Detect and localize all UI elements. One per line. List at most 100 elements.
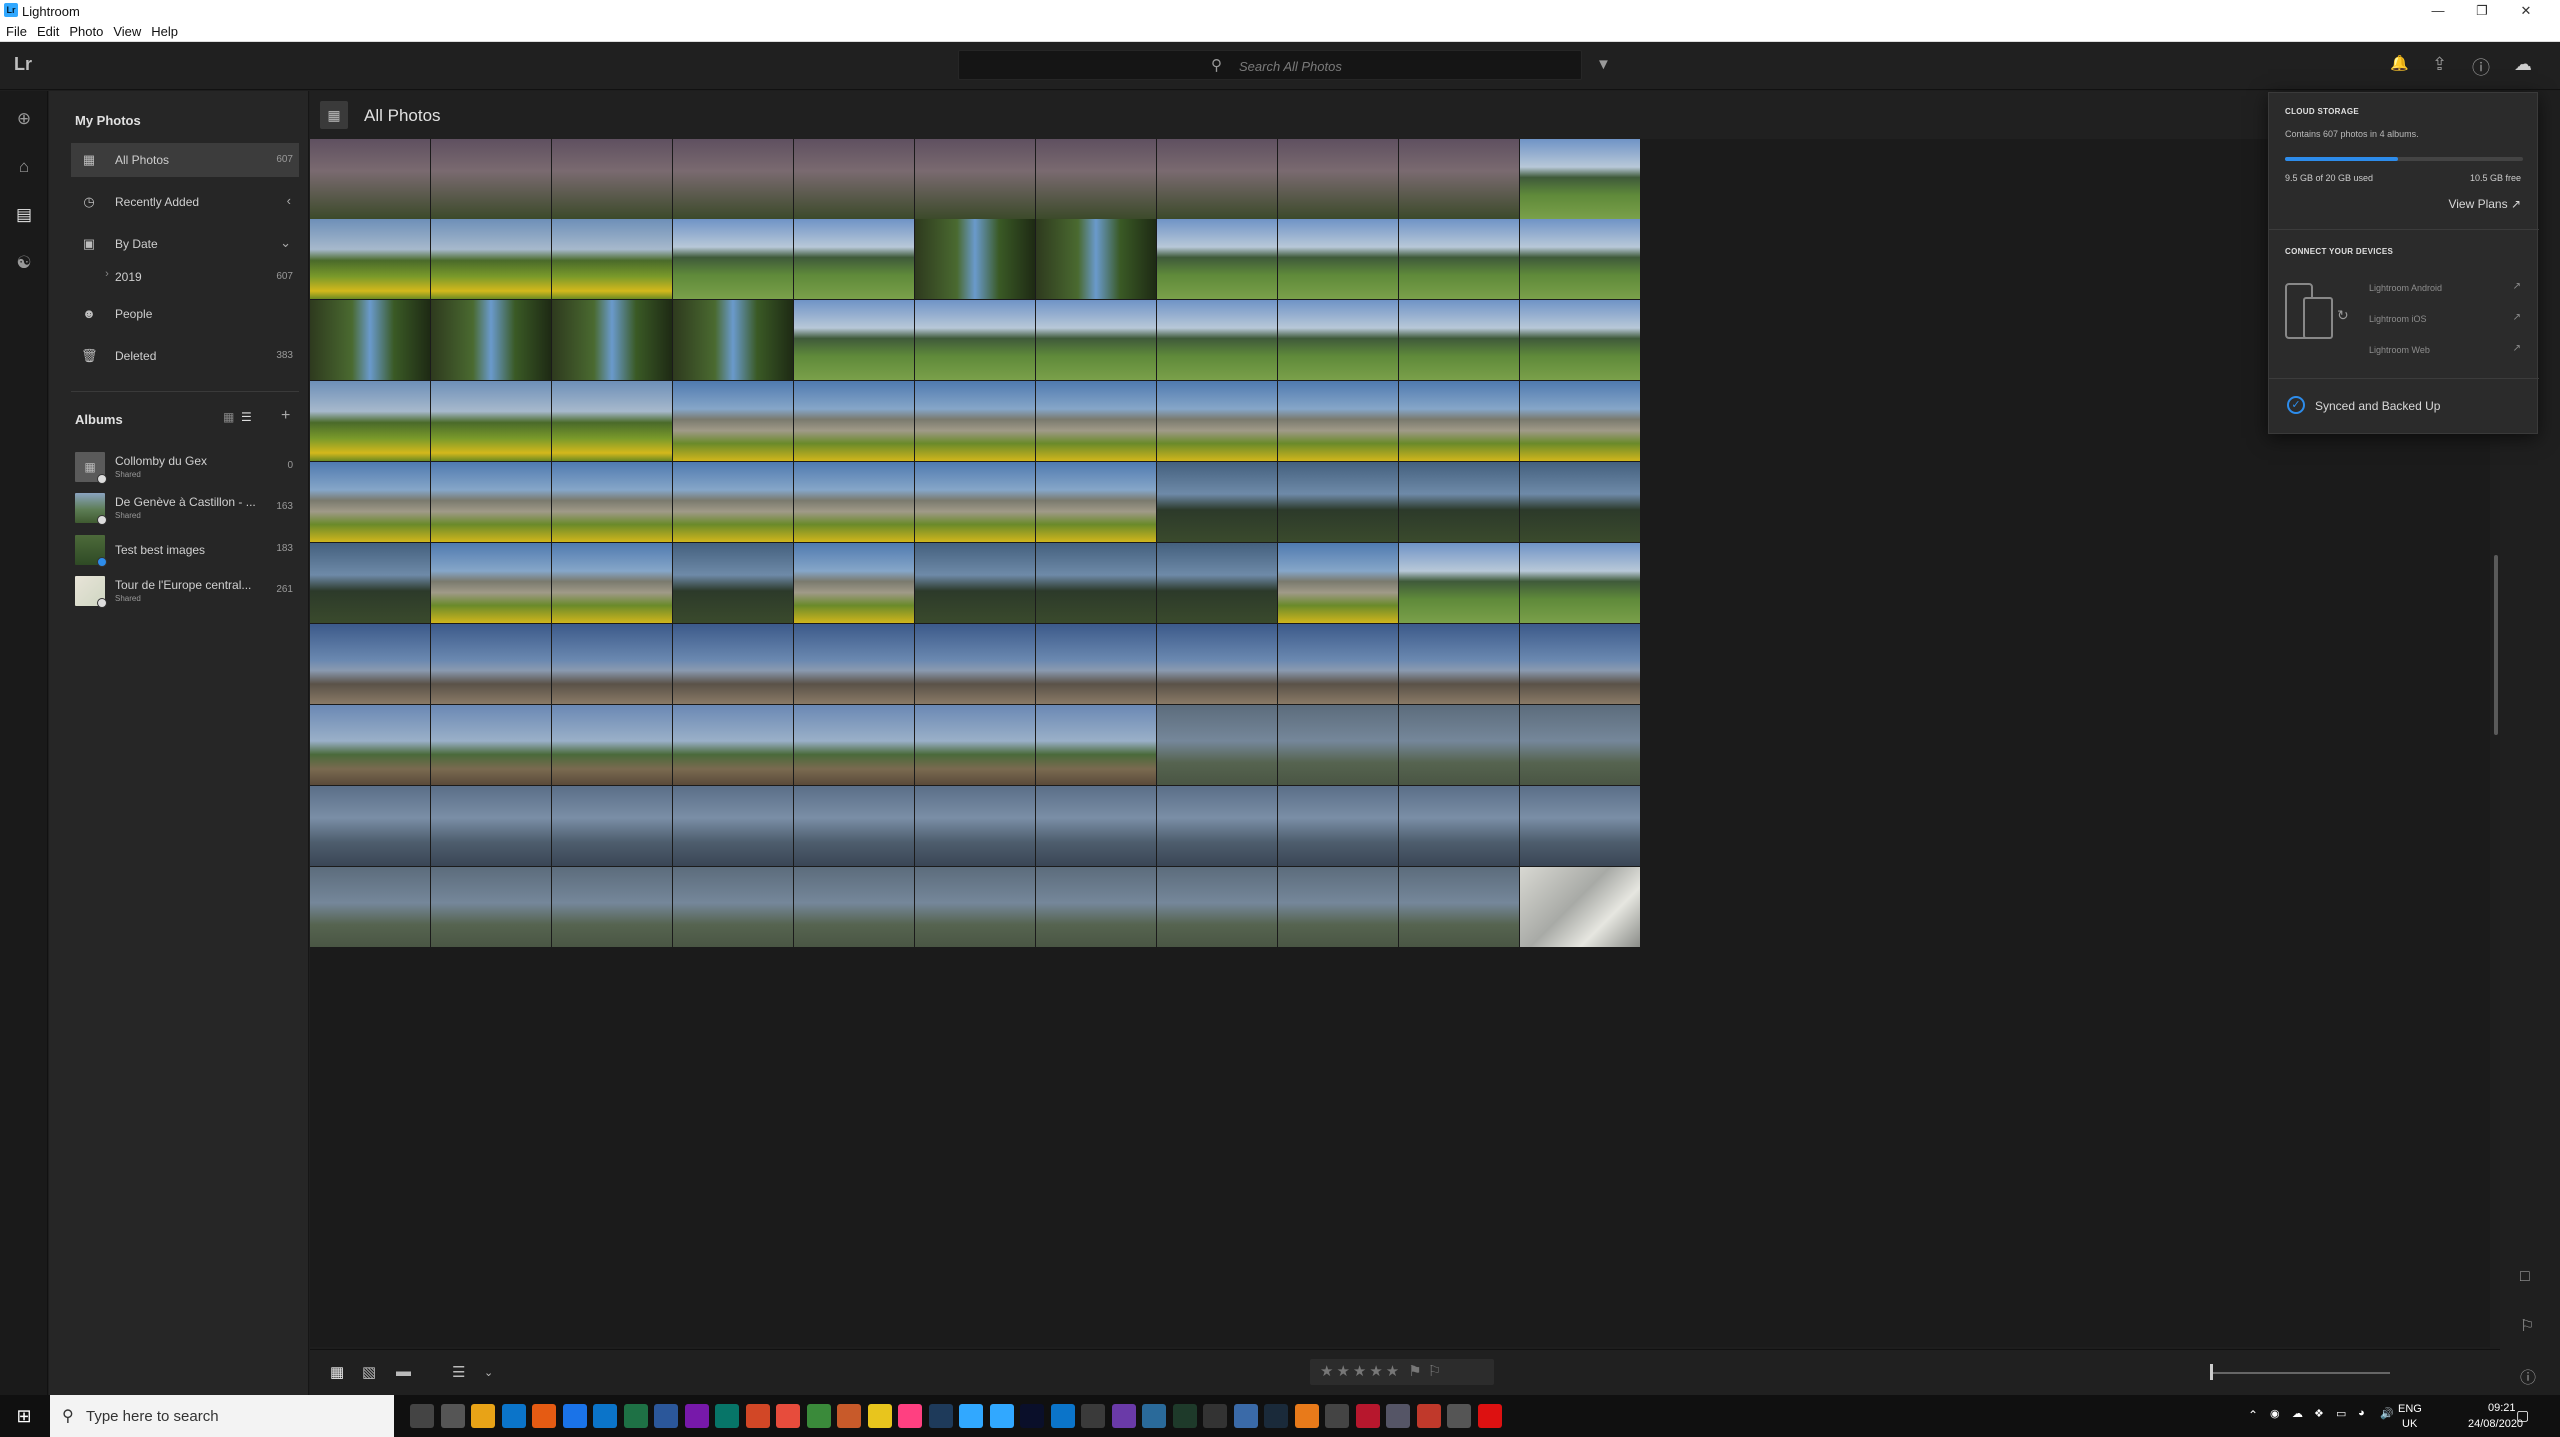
taskbar-app-icon[interactable]	[1355, 1404, 1380, 1428]
view-plans-link[interactable]: View Plans ↗	[2448, 197, 2521, 211]
photo-thumbnail[interactable]	[673, 219, 793, 299]
clock-date[interactable]: 24/08/2020	[2468, 1418, 2523, 1430]
photo-thumbnail[interactable]	[673, 300, 793, 380]
chevron-down-icon[interactable]: ⌄	[280, 235, 291, 251]
photo-thumbnail[interactable]	[794, 705, 914, 785]
chevron-right-icon[interactable]: ›	[99, 268, 115, 284]
photo-thumbnail[interactable]	[915, 139, 1035, 219]
menu-help[interactable]: Help	[146, 22, 183, 39]
photo-thumbnail[interactable]	[1157, 462, 1277, 542]
zoom-slider[interactable]	[2210, 1372, 2390, 1374]
photo-thumbnail[interactable]	[552, 462, 672, 542]
photo-thumbnail[interactable]	[552, 381, 672, 461]
photo-thumbnail[interactable]	[1399, 867, 1519, 947]
share-icon[interactable]: ⇪	[2432, 54, 2447, 75]
photo-thumbnail[interactable]	[552, 786, 672, 866]
device-link-android[interactable]: Lightroom Android	[2369, 283, 2442, 293]
photo-thumbnail[interactable]	[1520, 867, 1640, 947]
photo-thumbnail[interactable]	[1036, 543, 1156, 623]
photo-thumbnail[interactable]	[1036, 867, 1156, 947]
photo-thumbnail[interactable]	[1399, 624, 1519, 704]
photo-thumbnail[interactable]	[1036, 139, 1156, 219]
photo-thumbnail[interactable]	[1036, 381, 1156, 461]
photo-thumbnail[interactable]	[915, 462, 1035, 542]
menu-photo[interactable]: Photo	[64, 22, 108, 39]
search-input[interactable]	[1239, 56, 1559, 76]
photo-thumbnail[interactable]	[1520, 543, 1640, 623]
taskbar-app-icon[interactable]	[1477, 1404, 1502, 1428]
photo-thumbnail[interactable]	[552, 139, 672, 219]
square-grid-icon[interactable]: ▦	[330, 1363, 344, 1381]
view-plans-label[interactable]: View Plans	[2448, 197, 2507, 211]
grid-view-icon[interactable]: ▦	[223, 410, 234, 424]
photo-thumbnail[interactable]	[673, 462, 793, 542]
photo-thumbnail[interactable]	[1278, 867, 1398, 947]
add-album-icon[interactable]: +	[281, 407, 290, 425]
zoom-slider-handle[interactable]	[2210, 1364, 2213, 1380]
taskbar-app-icon[interactable]	[898, 1404, 922, 1428]
taskbar-app-icon[interactable]	[1294, 1404, 1319, 1428]
detail-grid-icon[interactable]: ▧	[362, 1363, 376, 1381]
photo-thumbnail[interactable]	[431, 381, 551, 461]
photo-thumbnail[interactable]	[673, 786, 793, 866]
photo-thumbnail[interactable]	[794, 624, 914, 704]
taskbar-app-icon[interactable]	[440, 1404, 465, 1428]
photo-thumbnail[interactable]	[310, 867, 430, 947]
chevron-left-icon[interactable]: ‹	[287, 193, 291, 208]
photo-thumbnail[interactable]	[310, 219, 430, 299]
photo-thumbnail[interactable]	[552, 543, 672, 623]
network-icon[interactable]: ◉	[2270, 1407, 2280, 1420]
photo-thumbnail[interactable]	[1036, 300, 1156, 380]
photo-thumbnail[interactable]	[1520, 300, 1640, 380]
photo-thumbnail[interactable]	[1157, 300, 1277, 380]
photo-thumbnail[interactable]	[1278, 139, 1398, 219]
taskbar-app-icon[interactable]	[1203, 1404, 1227, 1428]
menu-view[interactable]: View	[108, 22, 146, 39]
close-button[interactable]: ✕	[2504, 0, 2548, 22]
photo-thumbnail[interactable]	[915, 867, 1035, 947]
photo-thumbnail[interactable]	[1399, 219, 1519, 299]
photo-thumbnail[interactable]	[915, 543, 1035, 623]
rating-stars[interactable]: ★★★★★ ⚑⚐	[1310, 1359, 1494, 1385]
photo-thumbnail[interactable]	[552, 867, 672, 947]
photo-thumbnail[interactable]	[431, 543, 551, 623]
clock-time[interactable]: 09:21	[2488, 1402, 2516, 1414]
taskbar-app-icon[interactable]	[501, 1404, 526, 1428]
photo-thumbnail[interactable]	[673, 705, 793, 785]
taskbar-app-icon[interactable]	[1172, 1404, 1197, 1428]
search-box[interactable]: ⚲	[958, 50, 1582, 80]
taskbar-app-icon[interactable]	[623, 1404, 648, 1428]
info-icon[interactable]: ⓘ	[2520, 1364, 2536, 1388]
photo-thumbnail[interactable]	[1157, 219, 1277, 299]
photo-thumbnail[interactable]	[915, 705, 1035, 785]
album-item[interactable]: ▦ Collomby du Gex Shared 0	[71, 448, 299, 488]
sidebar-item-deleted[interactable]: 🗑 Deleted 383	[71, 339, 299, 373]
photo-thumbnail[interactable]	[1520, 381, 1640, 461]
taskbar-app-icon[interactable]	[867, 1404, 892, 1428]
device-link-web[interactable]: Lightroom Web	[2369, 345, 2430, 355]
photo-thumbnail[interactable]	[1399, 786, 1519, 866]
photo-thumbnail[interactable]	[310, 462, 430, 542]
minimize-button[interactable]: —	[2416, 0, 2460, 22]
sidebar-item-people[interactable]: ☻ People	[71, 297, 299, 331]
photo-thumbnail[interactable]	[1278, 300, 1398, 380]
taskbar-app-icon[interactable]	[1233, 1404, 1258, 1428]
photo-thumbnail[interactable]	[431, 219, 551, 299]
photo-thumbnail[interactable]	[794, 867, 914, 947]
external-link-icon[interactable]: ↗	[2513, 281, 2521, 292]
photo-thumbnail[interactable]	[794, 300, 914, 380]
taskbar-app-icon[interactable]	[745, 1404, 770, 1428]
taskbar-app-icon[interactable]	[1142, 1404, 1166, 1428]
photo-thumbnail[interactable]	[673, 543, 793, 623]
photo-thumbnail[interactable]	[310, 705, 430, 785]
restore-button[interactable]: ❐	[2460, 0, 2504, 22]
taskbar-app-icon[interactable]	[562, 1404, 587, 1428]
photo-thumbnail[interactable]	[1036, 786, 1156, 866]
add-photos-icon[interactable]: ⊕	[0, 109, 48, 129]
sidebar-item-all-photos[interactable]: ▦ All Photos 607	[71, 143, 299, 177]
onedrive-icon[interactable]: ☁	[2292, 1407, 2303, 1420]
taskbar-app-icon[interactable]	[1416, 1404, 1441, 1428]
scrollbar-thumb[interactable]	[2494, 555, 2498, 735]
photo-thumbnail[interactable]	[1036, 624, 1156, 704]
external-link-icon[interactable]: ↗	[2513, 343, 2521, 354]
